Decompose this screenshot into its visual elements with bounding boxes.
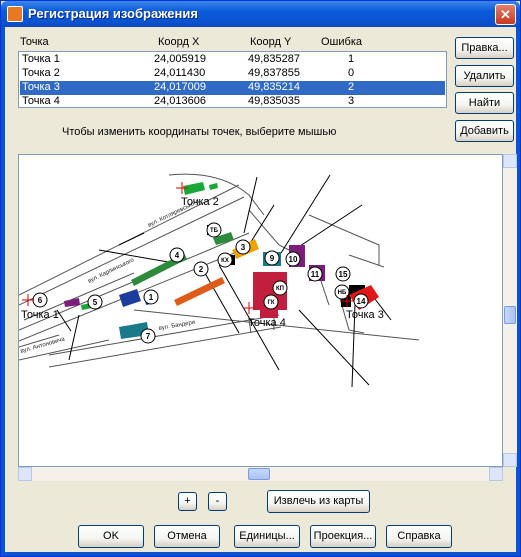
- svg-text:1: 1: [149, 293, 154, 302]
- building-marker-5: 5: [87, 294, 103, 310]
- control-point-1-marker[interactable]: [22, 294, 34, 306]
- points-table: Точка Коорд X Коорд Y Ошибка Точка 1 24,…: [18, 35, 447, 111]
- svg-text:6: 6: [38, 296, 43, 305]
- building-marker-11: 11: [307, 266, 323, 282]
- vertical-scroll-thumb[interactable]: [504, 306, 516, 324]
- street-label: вул. Антоновича: [20, 336, 66, 355]
- points-list[interactable]: Точка 1 24,005919 49,835287 1 Точка 2 24…: [18, 51, 447, 108]
- close-button[interactable]: ✕: [495, 4, 516, 25]
- cell-error: 0: [347, 67, 355, 79]
- building-marker-1: 1: [143, 289, 159, 305]
- column-header-error[interactable]: Ошибка: [321, 36, 362, 48]
- projection-button[interactable]: Проекция...: [310, 525, 376, 548]
- control-point-4-label: Точка 4: [248, 317, 286, 329]
- code-marker-gk: ГК: [263, 294, 279, 310]
- cell-error: 3: [347, 95, 355, 107]
- svg-text:7: 7: [146, 332, 151, 341]
- scroll-up-button[interactable]: [503, 154, 517, 168]
- horizontal-scroll-thumb[interactable]: [248, 468, 270, 480]
- svg-text:5: 5: [93, 298, 98, 307]
- ok-button[interactable]: OK: [78, 525, 144, 548]
- add-button[interactable]: Добавить: [455, 120, 514, 142]
- zoom-in-button[interactable]: +: [178, 492, 197, 511]
- delete-button[interactable]: Удалить: [455, 65, 514, 87]
- scroll-right-button[interactable]: [489, 467, 503, 481]
- cell-y: 49,835035: [248, 95, 300, 107]
- control-point-2-label: Точка 2: [181, 196, 219, 208]
- svg-text:9: 9: [270, 254, 275, 263]
- cell-name: Точка 4: [22, 95, 60, 107]
- street-labels: вул. Бандери вул. Карпинського вул. Котл…: [20, 198, 201, 354]
- window-title: Регистрация изображения: [28, 6, 198, 21]
- svg-text:4: 4: [175, 251, 180, 260]
- table-row[interactable]: Точка 2 24,011430 49,837855 0: [20, 67, 445, 81]
- svg-text:КХ: КХ: [221, 258, 229, 264]
- svg-text:ГК: ГК: [267, 300, 274, 306]
- hint-text: Чтобы изменить координаты точек, выберит…: [62, 126, 337, 138]
- table-row[interactable]: Точка 1 24,005919 49,835287 1: [20, 53, 445, 67]
- code-marker-tb: ТБ: [206, 222, 222, 238]
- window-frame-bottom: [1, 552, 520, 556]
- code-marker-kp: КП: [272, 280, 288, 296]
- help-button[interactable]: Справка: [386, 525, 452, 548]
- dialog-window: Регистрация изображения ✕ Точка Коорд X …: [0, 0, 521, 557]
- table-row[interactable]: Точка 4 24,013606 49,835035 3: [20, 95, 445, 109]
- map-vertical-scrollbar[interactable]: [503, 154, 517, 467]
- svg-text:2: 2: [199, 265, 204, 274]
- zoom-out-button[interactable]: -: [208, 492, 227, 511]
- building-marker-10: 10: [285, 251, 301, 267]
- edit-button[interactable]: Правка...: [455, 37, 514, 59]
- building-marker-4: 4: [169, 247, 185, 263]
- svg-text:3: 3: [241, 243, 246, 252]
- cell-x: 24,013606: [154, 95, 206, 107]
- cell-x: 24,017009: [154, 81, 206, 93]
- title-bar[interactable]: Регистрация изображения ✕: [1, 1, 520, 27]
- cell-error: 1: [347, 53, 355, 65]
- app-icon: [7, 6, 23, 22]
- control-point-1-label: Точка 1: [21, 309, 59, 321]
- column-header-x[interactable]: Коорд X: [158, 36, 199, 48]
- cell-y: 49,835214: [248, 81, 300, 93]
- building-marker-14: 14: [353, 293, 369, 309]
- scroll-left-button[interactable]: [18, 467, 32, 481]
- cell-x: 24,011430: [154, 67, 206, 79]
- building-marker-6: 6: [32, 292, 48, 308]
- campus-map[interactable]: 1 2 3 4 5 6 7 9 10 11 14 15 ТБ КХ КП ГК …: [19, 155, 502, 466]
- street-lines: [19, 173, 420, 368]
- cell-y: 49,835287: [248, 53, 300, 65]
- code-marker-kh: КХ: [217, 252, 233, 268]
- svg-text:15: 15: [339, 270, 348, 279]
- column-header-name[interactable]: Точка: [20, 36, 49, 48]
- svg-text:НБ: НБ: [338, 290, 347, 296]
- svg-text:10: 10: [289, 255, 298, 264]
- svg-text:КП: КП: [276, 286, 284, 292]
- cancel-button[interactable]: Отмена: [154, 525, 220, 548]
- table-row-selected[interactable]: Точка 3 24,017009 49,835214 2: [20, 81, 445, 95]
- cell-x: 24,005919: [154, 53, 206, 65]
- building-marker-2: 2: [193, 261, 209, 277]
- cell-name: Точка 3: [22, 81, 60, 93]
- cell-name: Точка 2: [22, 67, 60, 79]
- window-frame-left: [1, 27, 5, 554]
- svg-text:ТБ: ТБ: [210, 228, 219, 234]
- scroll-down-button[interactable]: [503, 453, 517, 467]
- units-button[interactable]: Единицы...: [234, 525, 300, 548]
- control-point-3-label: Точка 3: [346, 309, 384, 321]
- map-view[interactable]: 1 2 3 4 5 6 7 9 10 11 14 15 ТБ КХ КП ГК …: [18, 154, 503, 467]
- svg-text:11: 11: [311, 270, 320, 279]
- building-marker-9: 9: [264, 250, 280, 266]
- cell-name: Точка 1: [22, 53, 60, 65]
- cell-y: 49,837855: [248, 67, 300, 79]
- building-marker-15: 15: [335, 266, 351, 282]
- find-button[interactable]: Найти: [455, 92, 514, 114]
- points-table-header: Точка Коорд X Коорд Y Ошибка: [18, 35, 447, 51]
- svg-text:14: 14: [357, 297, 366, 306]
- map-horizontal-scrollbar[interactable]: [18, 467, 503, 481]
- building-marker-3: 3: [235, 239, 251, 255]
- building-marker-7: 7: [140, 328, 156, 344]
- street-label: вул. Карпинського: [87, 257, 136, 285]
- column-header-y[interactable]: Коорд Y: [250, 36, 291, 48]
- extract-from-map-button[interactable]: Извлечь из карты: [267, 490, 370, 513]
- cell-error: 2: [347, 81, 355, 93]
